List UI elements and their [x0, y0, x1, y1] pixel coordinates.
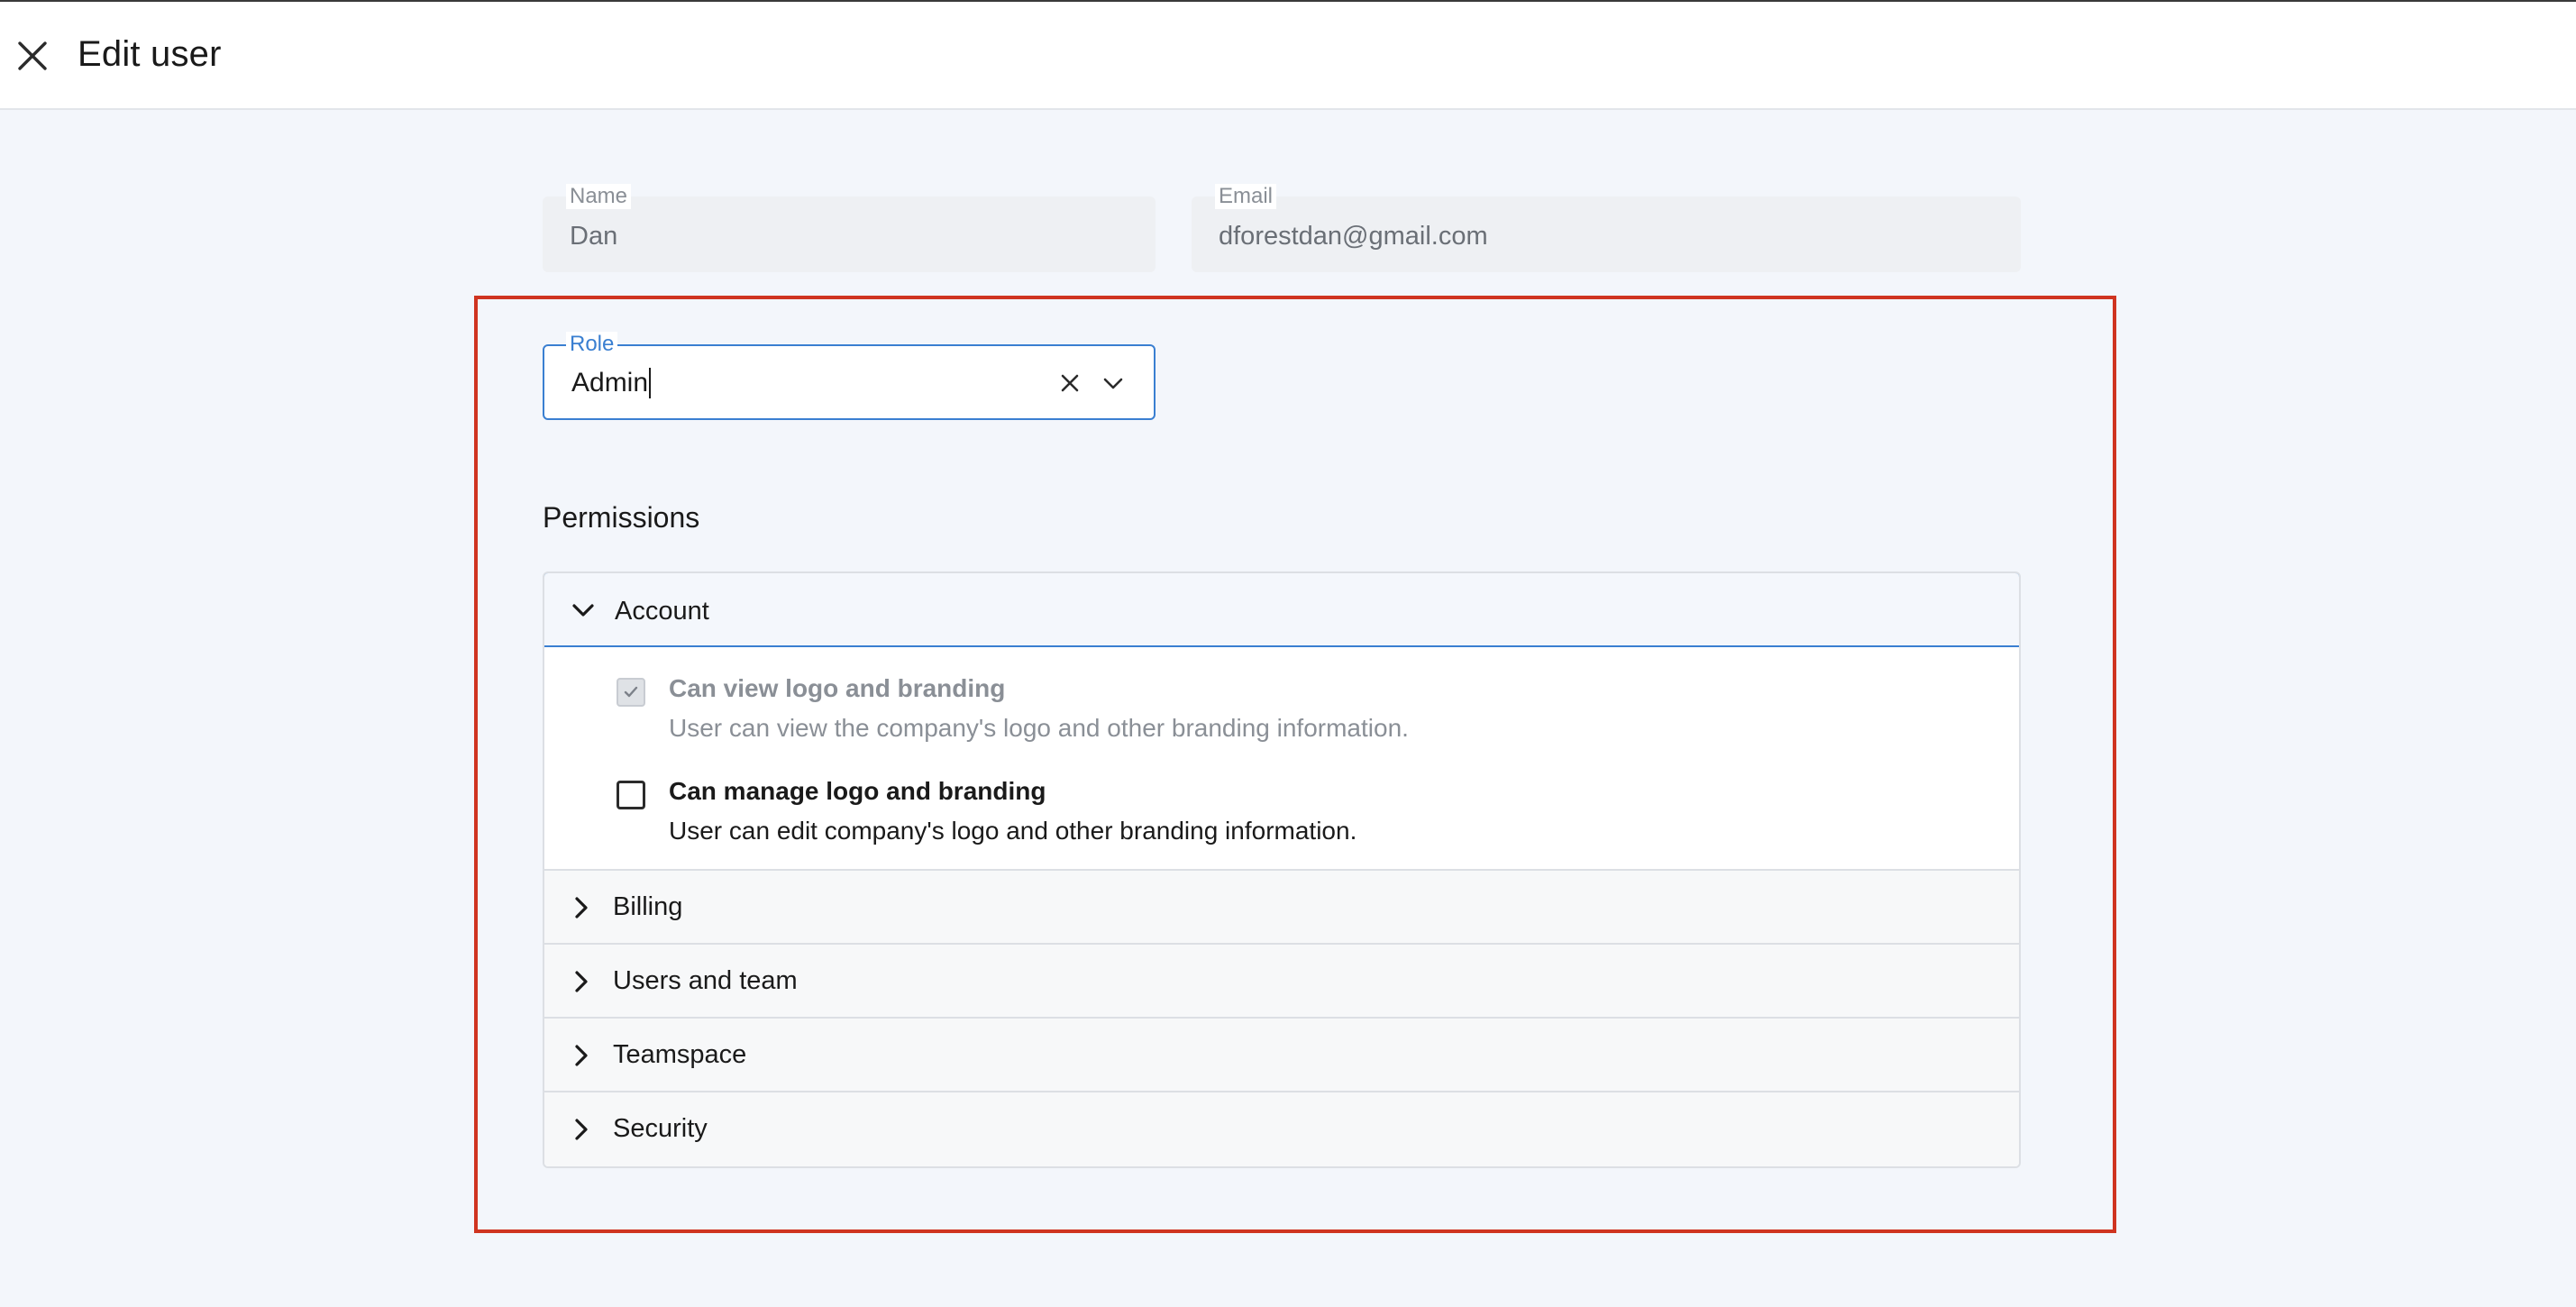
- email-field-label: Email: [1215, 184, 1277, 209]
- accordion-label: Account: [615, 597, 709, 626]
- accordion-header-users-and-team[interactable]: Users and team: [544, 945, 2019, 1019]
- email-field-value: dforestdan@gmail.com: [1219, 222, 1488, 251]
- accordion-label: Users and team: [613, 966, 798, 995]
- permission-description: User can edit company's logo and other b…: [669, 817, 1357, 845]
- accordion-header-account[interactable]: Account: [544, 573, 2019, 647]
- name-field-value: Dan: [570, 222, 618, 251]
- accordion-label: Teamspace: [613, 1040, 747, 1069]
- role-select[interactable]: Role Admin: [543, 332, 1156, 420]
- chevron-right-icon: [568, 1042, 595, 1069]
- permission-description: User can view the company's logo and oth…: [669, 714, 1409, 742]
- chevron-right-icon: [568, 968, 595, 995]
- email-field: Email dforestdan@gmail.com: [1192, 184, 2021, 272]
- accordion-header-teamspace[interactable]: Teamspace: [544, 1019, 2019, 1092]
- permission-name: Can manage logo and branding: [669, 777, 1046, 805]
- close-icon: [18, 41, 47, 70]
- accordion-header-billing[interactable]: Billing: [544, 871, 2019, 945]
- chevron-right-icon: [568, 1116, 595, 1143]
- chevron-right-icon: [568, 894, 595, 921]
- top-bar: Edit user: [0, 0, 2576, 110]
- name-field-label: Name: [566, 184, 632, 209]
- permission-checkbox[interactable]: [617, 678, 645, 707]
- role-input[interactable]: Admin: [571, 368, 652, 398]
- accordion-body-account: Can view logo and branding User can view…: [544, 647, 2019, 871]
- accordion-header-security[interactable]: Security: [544, 1092, 2019, 1166]
- permission-name: Can view logo and branding: [669, 674, 1006, 702]
- chevron-down-icon[interactable]: [1100, 370, 1127, 397]
- chevron-down-icon: [570, 597, 597, 624]
- role-field-label: Role: [566, 332, 618, 357]
- name-field: Name Dan: [543, 184, 1156, 272]
- accordion-label: Security: [613, 1114, 708, 1143]
- clear-icon[interactable]: [1056, 370, 1083, 397]
- permissions-heading: Permissions: [543, 501, 700, 534]
- accordion-label: Billing: [613, 892, 683, 921]
- permissions-accordion: Account Can view logo and branding User …: [543, 571, 2021, 1168]
- permission-checkbox[interactable]: [617, 781, 645, 809]
- page-title: Edit user: [78, 34, 222, 74]
- close-button[interactable]: [16, 40, 49, 72]
